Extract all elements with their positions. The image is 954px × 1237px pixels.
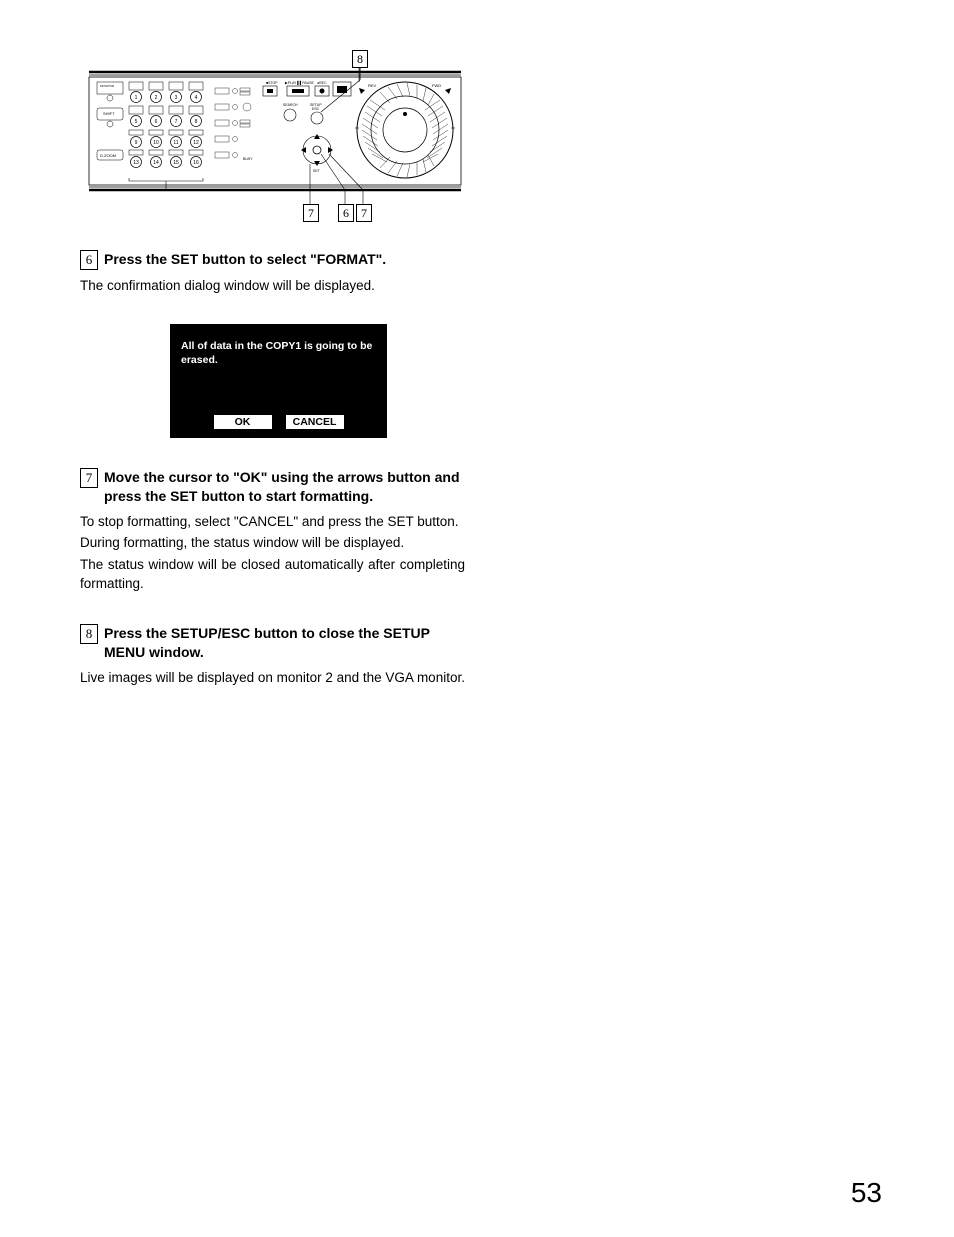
svg-text:▶PLAY ▌▌PAUSE: ▶PLAY ▌▌PAUSE xyxy=(285,80,315,86)
step-8-title: Press the SETUP/ESC button to close the … xyxy=(104,624,465,662)
step-6: 6 Press the SET button to select "FORMAT… xyxy=(80,250,465,296)
svg-text:SET: SET xyxy=(313,169,321,173)
svg-text:SHIFT: SHIFT xyxy=(103,111,115,116)
callout-7-left: 7 xyxy=(303,204,319,222)
dialog-message: All of data in the COPY1 is going to be … xyxy=(171,325,386,415)
step-8-number: 8 xyxy=(80,624,98,644)
svg-text:16: 16 xyxy=(193,160,199,166)
svg-text:14: 14 xyxy=(153,160,159,166)
dialog-cancel-button: CANCEL xyxy=(286,415,344,429)
step-8-body: Live images will be displayed on monitor… xyxy=(80,668,465,688)
svg-text:BUSY: BUSY xyxy=(243,157,253,161)
step-8: 8 Press the SETUP/ESC button to close th… xyxy=(80,624,465,687)
svg-text:4: 4 xyxy=(195,95,198,101)
svg-text:●REC: ●REC xyxy=(317,81,327,85)
step-7-body-1: To stop formatting, select "CANCEL" and … xyxy=(80,512,465,532)
step-6-body: The confirmation dialog window will be d… xyxy=(80,276,465,296)
step-7-body-2: During formatting, the status window wil… xyxy=(80,533,465,553)
svg-text:■STOP: ■STOP xyxy=(266,81,278,85)
step-7-title: Move the cursor to "OK" using the arrows… xyxy=(104,468,465,506)
device-panel-diagram: 8 MONITOR SHIFT D xyxy=(85,50,470,220)
svg-text:REV: REV xyxy=(368,83,377,88)
step-6-number: 6 xyxy=(80,250,98,270)
step-7: 7 Move the cursor to "OK" using the arro… xyxy=(80,468,465,594)
svg-text:10: 10 xyxy=(153,140,159,146)
svg-text:13: 13 xyxy=(133,160,139,166)
confirmation-dialog: All of data in the COPY1 is going to be … xyxy=(170,324,387,438)
svg-text:5: 5 xyxy=(135,119,138,125)
svg-text:6: 6 xyxy=(155,119,158,125)
step-7-number: 7 xyxy=(80,468,98,488)
svg-text:MONITOR: MONITOR xyxy=(100,84,115,88)
page-number: 53 xyxy=(851,1177,882,1209)
callout-6-bottom: 6 xyxy=(338,204,354,222)
svg-text:2: 2 xyxy=(155,95,158,101)
dialog-ok-button: OK xyxy=(214,415,272,429)
step-6-title: Press the SET button to select "FORMAT". xyxy=(104,250,465,269)
svg-text:D.ZOOM: D.ZOOM xyxy=(100,153,116,158)
svg-text:7: 7 xyxy=(175,119,178,125)
svg-text:12: 12 xyxy=(193,140,199,146)
svg-text:9: 9 xyxy=(135,140,138,146)
svg-text:1: 1 xyxy=(135,95,138,101)
step-7-body-3: The status window will be closed automat… xyxy=(80,555,465,594)
svg-text:FWD: FWD xyxy=(432,83,441,88)
callout-7-right: 7 xyxy=(356,204,372,222)
svg-text:11: 11 xyxy=(173,140,178,146)
svg-text:8: 8 xyxy=(195,119,198,125)
svg-text:3: 3 xyxy=(175,95,178,101)
svg-text:ESC: ESC xyxy=(312,107,320,111)
svg-text:15: 15 xyxy=(173,160,179,166)
svg-text:SEARCH: SEARCH xyxy=(283,103,298,107)
